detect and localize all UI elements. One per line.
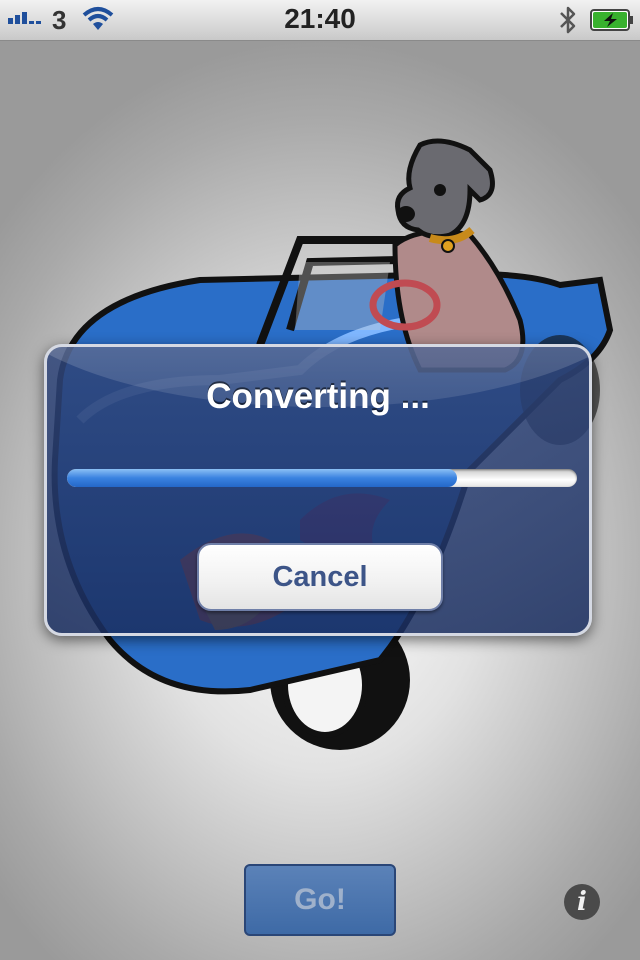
battery-charging-icon <box>590 9 633 31</box>
info-icon[interactable]: i <box>564 884 600 920</box>
progress-alert: Converting ... Cancel <box>44 344 592 636</box>
bluetooth-icon <box>560 6 576 34</box>
alert-title: Converting ... <box>206 377 430 416</box>
app-screen: 3 21:40 Converting ... Cancel Go! i <box>0 0 640 960</box>
cancel-button[interactable]: Cancel <box>197 543 443 611</box>
status-time: 21:40 <box>284 3 356 34</box>
progress-fill <box>67 469 458 487</box>
go-button[interactable]: Go! <box>244 864 396 936</box>
conversion-progress-bar <box>67 469 577 487</box>
status-bar: 3 21:40 <box>0 0 640 41</box>
